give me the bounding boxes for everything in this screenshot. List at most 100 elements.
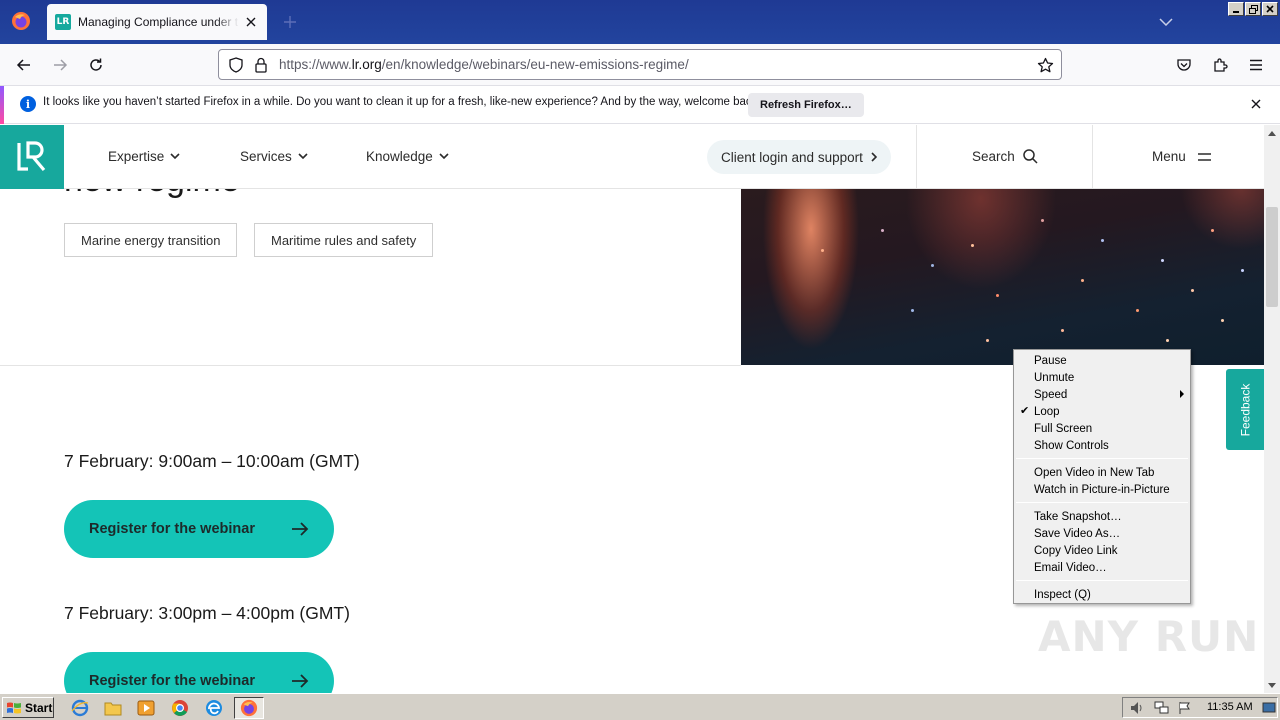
session-time-1: 7 February: 9:00am – 10:00am (GMT) bbox=[64, 451, 360, 471]
bookmark-star-icon[interactable] bbox=[1035, 55, 1055, 75]
chevron-right-icon bbox=[871, 152, 877, 162]
menu-lines-icon bbox=[1197, 152, 1211, 161]
tab-title: Managing Compliance under the EU bbox=[78, 15, 239, 29]
client-login-button[interactable]: Client login and support bbox=[707, 140, 891, 174]
menu-item-open-video-in-new-tab[interactable]: Open Video in New Tab bbox=[1014, 464, 1190, 481]
firefox-icon[interactable] bbox=[6, 6, 36, 36]
tag-maritime-rules-and-safety[interactable]: Maritime rules and safety bbox=[254, 223, 434, 257]
client-login-label: Client login and support bbox=[721, 149, 863, 165]
nav-services-label: Services bbox=[240, 149, 292, 164]
menu-item-speed[interactable]: Speed bbox=[1014, 386, 1190, 403]
chevron-down-icon bbox=[439, 153, 449, 160]
extensions-puzzle-icon[interactable] bbox=[1206, 51, 1234, 79]
menu-item-label: Pause bbox=[1034, 354, 1067, 367]
menu-item-label: Loop bbox=[1034, 405, 1060, 418]
nav-knowledge[interactable]: Knowledge bbox=[366, 149, 449, 164]
clock: 11:35 AM bbox=[1207, 701, 1253, 713]
header-divider bbox=[916, 125, 917, 189]
menu-item-label: Speed bbox=[1034, 388, 1068, 401]
start-button[interactable]: Start bbox=[2, 697, 54, 718]
pocket-icon[interactable] bbox=[1170, 51, 1198, 79]
padlock-icon[interactable] bbox=[253, 56, 269, 74]
register-webinar-button-2[interactable]: Register for the webinar bbox=[64, 652, 334, 693]
page-scrollbar[interactable] bbox=[1264, 125, 1280, 693]
tab-close-icon[interactable] bbox=[243, 14, 259, 30]
menu-item-inspect-q[interactable]: Inspect (Q) bbox=[1014, 586, 1190, 603]
scroll-down-arrow-icon[interactable] bbox=[1264, 677, 1280, 693]
nav-services[interactable]: Services bbox=[240, 149, 308, 164]
back-arrow-icon[interactable] bbox=[10, 51, 38, 79]
menu-item-email-video[interactable]: Email Video… bbox=[1014, 559, 1190, 576]
menu-item-unmute[interactable]: Unmute bbox=[1014, 369, 1190, 386]
notification-close-icon[interactable] bbox=[1248, 96, 1264, 112]
system-tray: 11:35 AM bbox=[1122, 697, 1278, 718]
lr-logo-icon bbox=[17, 141, 46, 172]
nav-knowledge-label: Knowledge bbox=[366, 149, 433, 164]
url-text[interactable]: https://www.lr.org/en/knowledge/webinars… bbox=[279, 57, 689, 72]
scroll-thumb[interactable] bbox=[1266, 207, 1278, 307]
site-header: Expertise Services Knowledge Client logi… bbox=[0, 125, 1264, 189]
feedback-tab[interactable]: Feedback bbox=[1226, 369, 1264, 450]
file-explorer-icon[interactable] bbox=[103, 698, 123, 718]
menu-item-pause[interactable]: Pause bbox=[1014, 352, 1190, 369]
menu-item-watch-in-picture-in-picture[interactable]: Watch in Picture-in-Picture bbox=[1014, 481, 1190, 498]
site-menu-button[interactable]: Menu bbox=[1152, 149, 1212, 164]
window-minimize-icon[interactable] bbox=[1228, 2, 1244, 16]
menu-item-label: Watch in Picture-in-Picture bbox=[1034, 483, 1170, 496]
volume-icon[interactable] bbox=[1129, 700, 1145, 716]
internet-explorer-icon[interactable] bbox=[70, 698, 90, 718]
windows-logo-icon bbox=[7, 702, 21, 713]
session-time-2: 7 February: 3:00pm – 4:00pm (GMT) bbox=[64, 603, 350, 623]
menu-item-full-screen[interactable]: Full Screen bbox=[1014, 420, 1190, 437]
chevron-down-icon bbox=[298, 153, 308, 160]
refresh-notification-bar: i It looks like you haven’t started Fire… bbox=[0, 86, 1280, 124]
action-center-flag-icon[interactable] bbox=[1177, 700, 1193, 716]
menu-item-loop[interactable]: ✔ Loop bbox=[1014, 403, 1190, 420]
nav-expertise[interactable]: Expertise bbox=[108, 149, 180, 164]
reload-icon[interactable] bbox=[82, 51, 110, 79]
notification-accent bbox=[0, 86, 4, 124]
hamburger-menu-icon[interactable] bbox=[1242, 51, 1270, 79]
site-search-button[interactable]: Search bbox=[972, 149, 1038, 164]
menu-item-take-snapshot[interactable]: Take Snapshot… bbox=[1014, 508, 1190, 525]
info-icon: i bbox=[20, 96, 36, 112]
site-menu-label: Menu bbox=[1152, 149, 1186, 164]
tab-active[interactable]: LR Managing Compliance under the EU bbox=[47, 4, 267, 40]
tab-list-chevron-down-icon[interactable] bbox=[1155, 12, 1177, 32]
media-player-icon[interactable] bbox=[136, 698, 156, 718]
hero-video[interactable] bbox=[741, 189, 1264, 365]
start-label: Start bbox=[25, 700, 53, 715]
register-webinar-button-1[interactable]: Register for the webinar bbox=[64, 500, 334, 558]
url-bar[interactable]: https://www.lr.org/en/knowledge/webinars… bbox=[218, 49, 1062, 80]
tracking-shield-icon[interactable] bbox=[227, 56, 245, 74]
header-divider bbox=[1092, 125, 1093, 189]
network-icon[interactable] bbox=[1153, 700, 1169, 716]
refresh-firefox-button[interactable]: Refresh Firefox… bbox=[748, 93, 864, 117]
arrow-right-icon bbox=[292, 674, 309, 688]
chrome-icon[interactable] bbox=[170, 698, 190, 718]
checkmark-icon: ✔ bbox=[1020, 405, 1030, 417]
firefox-icon bbox=[240, 699, 258, 717]
new-tab-plus-icon[interactable] bbox=[278, 10, 302, 34]
forward-arrow-icon[interactable] bbox=[46, 51, 74, 79]
section-divider bbox=[0, 365, 741, 366]
menu-separator bbox=[1016, 502, 1188, 503]
chevron-down-icon bbox=[170, 153, 180, 160]
window-close-icon[interactable] bbox=[1262, 2, 1278, 16]
lr-logo[interactable] bbox=[0, 125, 64, 189]
scroll-up-arrow-icon[interactable] bbox=[1264, 125, 1280, 141]
window-restore-icon[interactable] bbox=[1245, 2, 1261, 16]
url-path: /en/knowledge/webinars/eu-new-emissions-… bbox=[381, 57, 689, 72]
edge-icon[interactable] bbox=[204, 698, 224, 718]
nav-expertise-label: Expertise bbox=[108, 149, 165, 164]
firefox-taskbar-button[interactable] bbox=[234, 697, 264, 719]
menu-item-save-video-as[interactable]: Save Video As… bbox=[1014, 525, 1190, 542]
show-desktop-icon[interactable] bbox=[1261, 700, 1277, 716]
menu-item-label: Unmute bbox=[1034, 371, 1075, 384]
menu-separator bbox=[1016, 458, 1188, 459]
menu-separator bbox=[1016, 580, 1188, 581]
menu-item-show-controls[interactable]: Show Controls bbox=[1014, 437, 1190, 454]
tag-marine-energy-transition[interactable]: Marine energy transition bbox=[64, 223, 238, 257]
menu-item-label: Take Snapshot… bbox=[1034, 510, 1122, 523]
menu-item-copy-video-link[interactable]: Copy Video Link bbox=[1014, 542, 1190, 559]
